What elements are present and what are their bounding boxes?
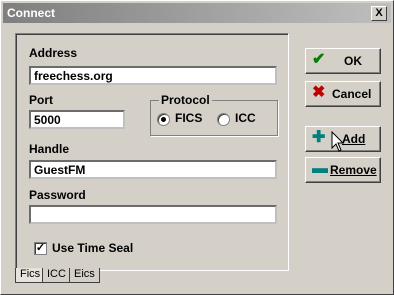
cancel-button[interactable]: ✖ Cancel — [305, 81, 381, 107]
checkmark-icon: ✔ — [312, 51, 326, 68]
handle-label: Handle — [29, 142, 70, 156]
window-title: Connect — [7, 6, 55, 20]
password-label: Password — [29, 188, 86, 202]
cancel-button-label: Cancel — [332, 87, 372, 101]
fics-radio[interactable] — [157, 113, 170, 126]
minus-icon: ▬ — [312, 160, 328, 177]
port-label: Port — [29, 93, 53, 107]
connection-panel: Address Port Protocol FICS ICC Handle Pa… — [15, 33, 289, 271]
address-label: Address — [29, 46, 78, 60]
ok-button-label: OK — [344, 54, 362, 68]
remove-button-label: Remove — [330, 163, 377, 177]
title-bar[interactable]: Connect X — [3, 3, 391, 23]
connect-dialog: Connect X Address Port Protocol FICS ICC… — [0, 0, 394, 295]
cancel-x-icon: ✖ — [312, 84, 326, 101]
password-input[interactable] — [29, 205, 277, 224]
add-button-label: Add — [342, 132, 366, 146]
handle-input[interactable] — [29, 160, 277, 179]
address-input[interactable] — [29, 66, 277, 85]
tab-fics[interactable]: Fics — [15, 268, 46, 283]
protocol-group: Protocol FICS ICC — [150, 93, 278, 136]
ok-button[interactable]: ✔ OK — [305, 48, 381, 74]
protocol-label: Protocol — [159, 93, 212, 107]
timeseal-checkbox[interactable]: ✓ — [34, 242, 47, 255]
radio-selected-dot — [161, 117, 166, 122]
tab-eics[interactable]: Eics — [69, 268, 100, 283]
icc-radio-label[interactable]: ICC — [235, 111, 256, 125]
tab-icc[interactable]: ICC — [42, 268, 71, 283]
plus-icon: ✚ — [312, 129, 326, 146]
timeseal-label[interactable]: Use Time Seal — [52, 241, 133, 255]
fics-radio-label[interactable]: FICS — [175, 111, 202, 125]
icc-radio[interactable] — [217, 113, 230, 126]
port-input[interactable] — [29, 110, 125, 129]
remove-button[interactable]: ▬ Remove — [305, 157, 381, 183]
close-button[interactable]: X — [371, 6, 387, 21]
mouse-cursor-icon — [331, 131, 345, 152]
